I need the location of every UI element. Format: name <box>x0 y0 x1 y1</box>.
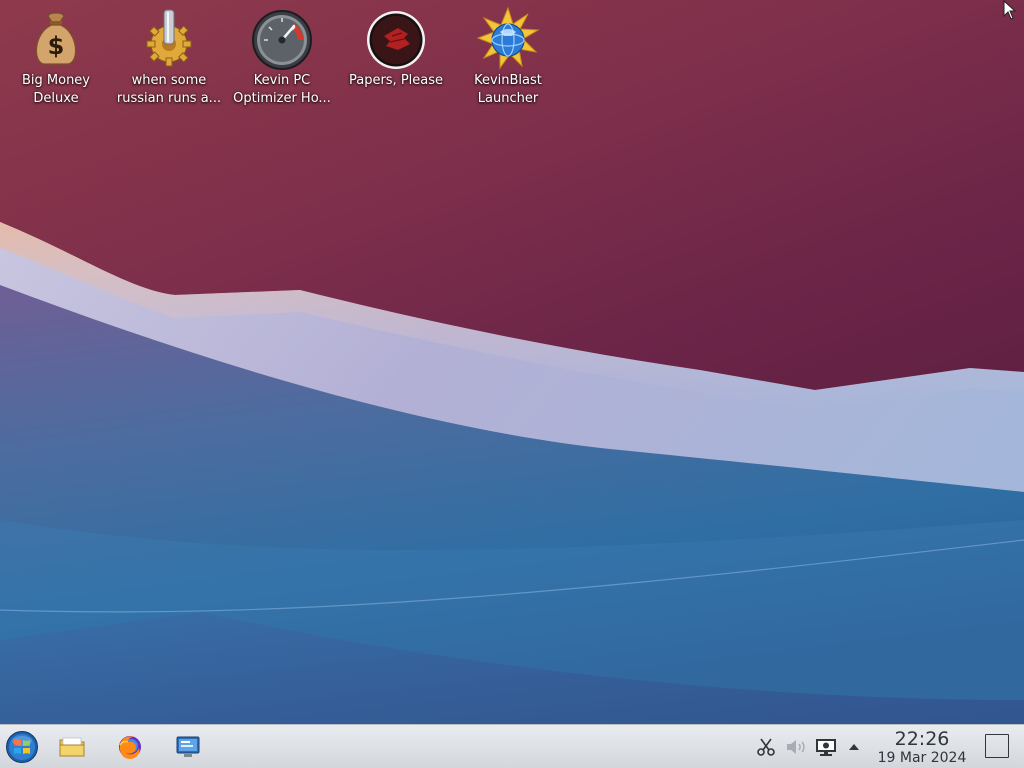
gear-icon <box>146 9 192 67</box>
network-tray-button[interactable] <box>814 735 838 759</box>
clock-date: 19 Mar 2024 <box>877 750 967 766</box>
scissors-icon <box>757 738 775 756</box>
clock-time: 22:26 <box>894 728 950 750</box>
firefox-button[interactable] <box>114 731 146 763</box>
show-desktop-button[interactable] <box>985 734 1009 758</box>
desktop-icon-label: Deluxe <box>33 91 79 106</box>
desktop-icon-label: Papers, Please <box>348 73 444 88</box>
desktop-icon-papers-please[interactable]: Papers, Please <box>341 6 451 90</box>
start-menu-button[interactable] <box>4 729 40 765</box>
wallpaper <box>0 222 1024 724</box>
start-menu-icon <box>6 731 38 763</box>
desktop-icon-big-money-deluxe[interactable]: $ Big Money Deluxe <box>1 6 111 108</box>
clipboard-tray-button[interactable] <box>754 735 778 759</box>
desktop-icon-when-some-russian[interactable]: when some russian runs a... <box>114 6 224 108</box>
file-manager-icon <box>59 737 85 757</box>
desktop-icon-label: when some <box>131 73 207 88</box>
desktop-icon-label: Big Money <box>21 73 90 88</box>
tray-expand-button[interactable] <box>842 735 866 759</box>
money-bag-icon: $ <box>35 12 77 65</box>
mouse-cursor-icon <box>1003 0 1017 20</box>
taskbar: 22:26 19 Mar 2024 <box>0 724 1024 768</box>
firefox-icon <box>119 736 141 759</box>
desktop-icon-label: Optimizer Ho... <box>233 91 331 106</box>
desktop[interactable]: $ Big Money Deluxe when some russian run… <box>0 0 1024 724</box>
globe-burst-icon <box>476 6 540 70</box>
desktop-icon-label: Launcher <box>477 91 539 106</box>
desktop-icon-kevin-pc-optimizer[interactable]: Kevin PC Optimizer Ho... <box>227 6 337 108</box>
digital-clock[interactable]: 22:26 19 Mar 2024 <box>870 728 974 766</box>
network-monitor-icon <box>816 739 836 756</box>
desktop-icon-label: Kevin PC <box>253 73 311 88</box>
desktop-icon-label: russian runs a... <box>116 91 222 106</box>
svg-text:$: $ <box>48 32 65 60</box>
desktop-icon-label: KevinBlast <box>474 73 542 88</box>
volume-icon <box>787 740 805 754</box>
desktop-icon-kevinblast-launcher[interactable]: KevinBlast Launcher <box>453 6 563 108</box>
system-settings-icon <box>176 736 200 757</box>
file-manager-button[interactable] <box>56 731 88 763</box>
tray-expand-icon <box>849 744 859 750</box>
speedometer-icon <box>252 10 312 70</box>
volume-tray-button[interactable] <box>784 735 808 759</box>
papers-please-icon <box>367 11 425 69</box>
system-settings-button[interactable] <box>172 731 204 763</box>
